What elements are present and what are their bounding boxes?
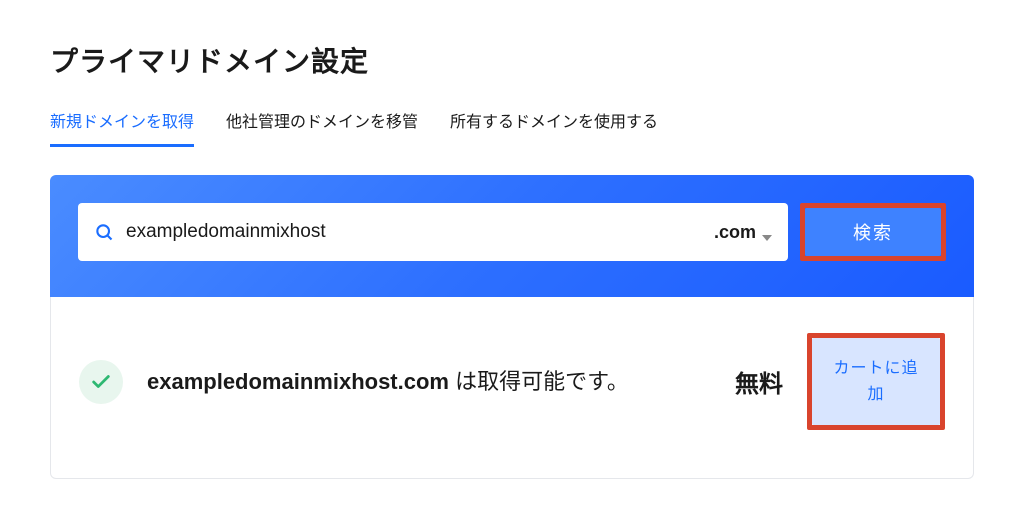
search-row: .com 検索: [78, 203, 946, 261]
result-panel: exampledomainmixhost.com は取得可能です。 無料 カート…: [50, 297, 974, 479]
domain-search-input[interactable]: [126, 221, 702, 243]
available-badge: [79, 360, 123, 404]
pointer-arrow: [100, 297, 120, 307]
tld-select[interactable]: .com: [714, 222, 772, 243]
check-icon: [90, 371, 112, 393]
search-button[interactable]: 検索: [805, 208, 941, 256]
tab-new-domain[interactable]: 新規ドメインを取得: [50, 108, 194, 147]
page-title: プライマリドメイン設定: [50, 40, 974, 80]
tab-own-domain[interactable]: 所有するドメインを使用する: [450, 108, 658, 147]
result-text: exampledomainmixhost.com は取得可能です。: [147, 365, 711, 399]
price-label: 無料: [735, 364, 783, 399]
tab-transfer-domain[interactable]: 他社管理のドメインを移管: [226, 108, 418, 147]
result-suffix: は取得可能です。: [449, 369, 629, 394]
search-icon: [94, 222, 114, 242]
tld-label: .com: [714, 222, 756, 243]
add-to-cart-button[interactable]: カートに追加: [812, 338, 940, 425]
search-box: .com: [78, 203, 788, 261]
cart-button-highlight: カートに追加: [807, 333, 945, 430]
search-panel: .com 検索: [50, 175, 974, 297]
tabs: 新規ドメインを取得 他社管理のドメインを移管 所有するドメインを使用する: [50, 108, 974, 147]
result-domain: exampledomainmixhost.com: [147, 369, 449, 394]
search-button-highlight: 検索: [800, 203, 946, 261]
caret-down-icon: [762, 227, 772, 237]
